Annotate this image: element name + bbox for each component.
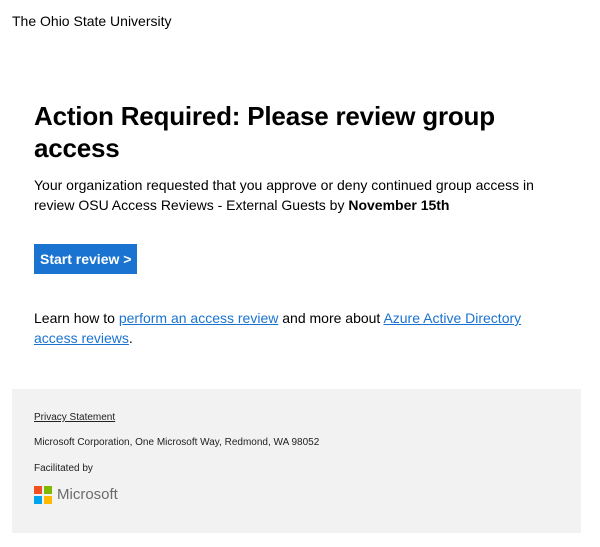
microsoft-logo-icon [34,486,52,504]
facilitated-by-label: Facilitated by [34,463,93,474]
learn-prefix: Learn how to [34,310,119,326]
email-footer: Privacy Statement Microsoft Corporation,… [12,389,581,533]
email-body: Action Required: Please review group acc… [34,100,564,348]
microsoft-logo-text: Microsoft [57,486,118,503]
microsoft-logo: Microsoft [34,486,319,504]
start-review-button[interactable]: Start review > [34,244,138,274]
intro-by: by [325,197,349,213]
organization-name: The Ohio State University [12,13,172,29]
logo-square-blue [34,496,42,504]
logo-square-green [44,486,52,494]
learn-suffix: . [128,330,133,346]
intro-text: Your organization requested that you app… [34,175,564,215]
deadline-date: November 15th [348,197,450,213]
perform-access-review-link[interactable]: perform an access review [119,310,279,326]
learn-mid: and more about [278,310,384,326]
company-address: Microsoft Corporation, One Microsoft Way… [34,437,320,448]
email-title: Action Required: Please review group acc… [34,101,495,163]
logo-square-red [34,486,42,494]
privacy-statement-link[interactable]: Privacy Statement [34,412,115,423]
logo-square-yellow [44,496,52,504]
learn-more-text: Learn how to perform an access review an… [34,308,564,348]
intro-prefix: Your organization requested that you app… [34,177,534,213]
